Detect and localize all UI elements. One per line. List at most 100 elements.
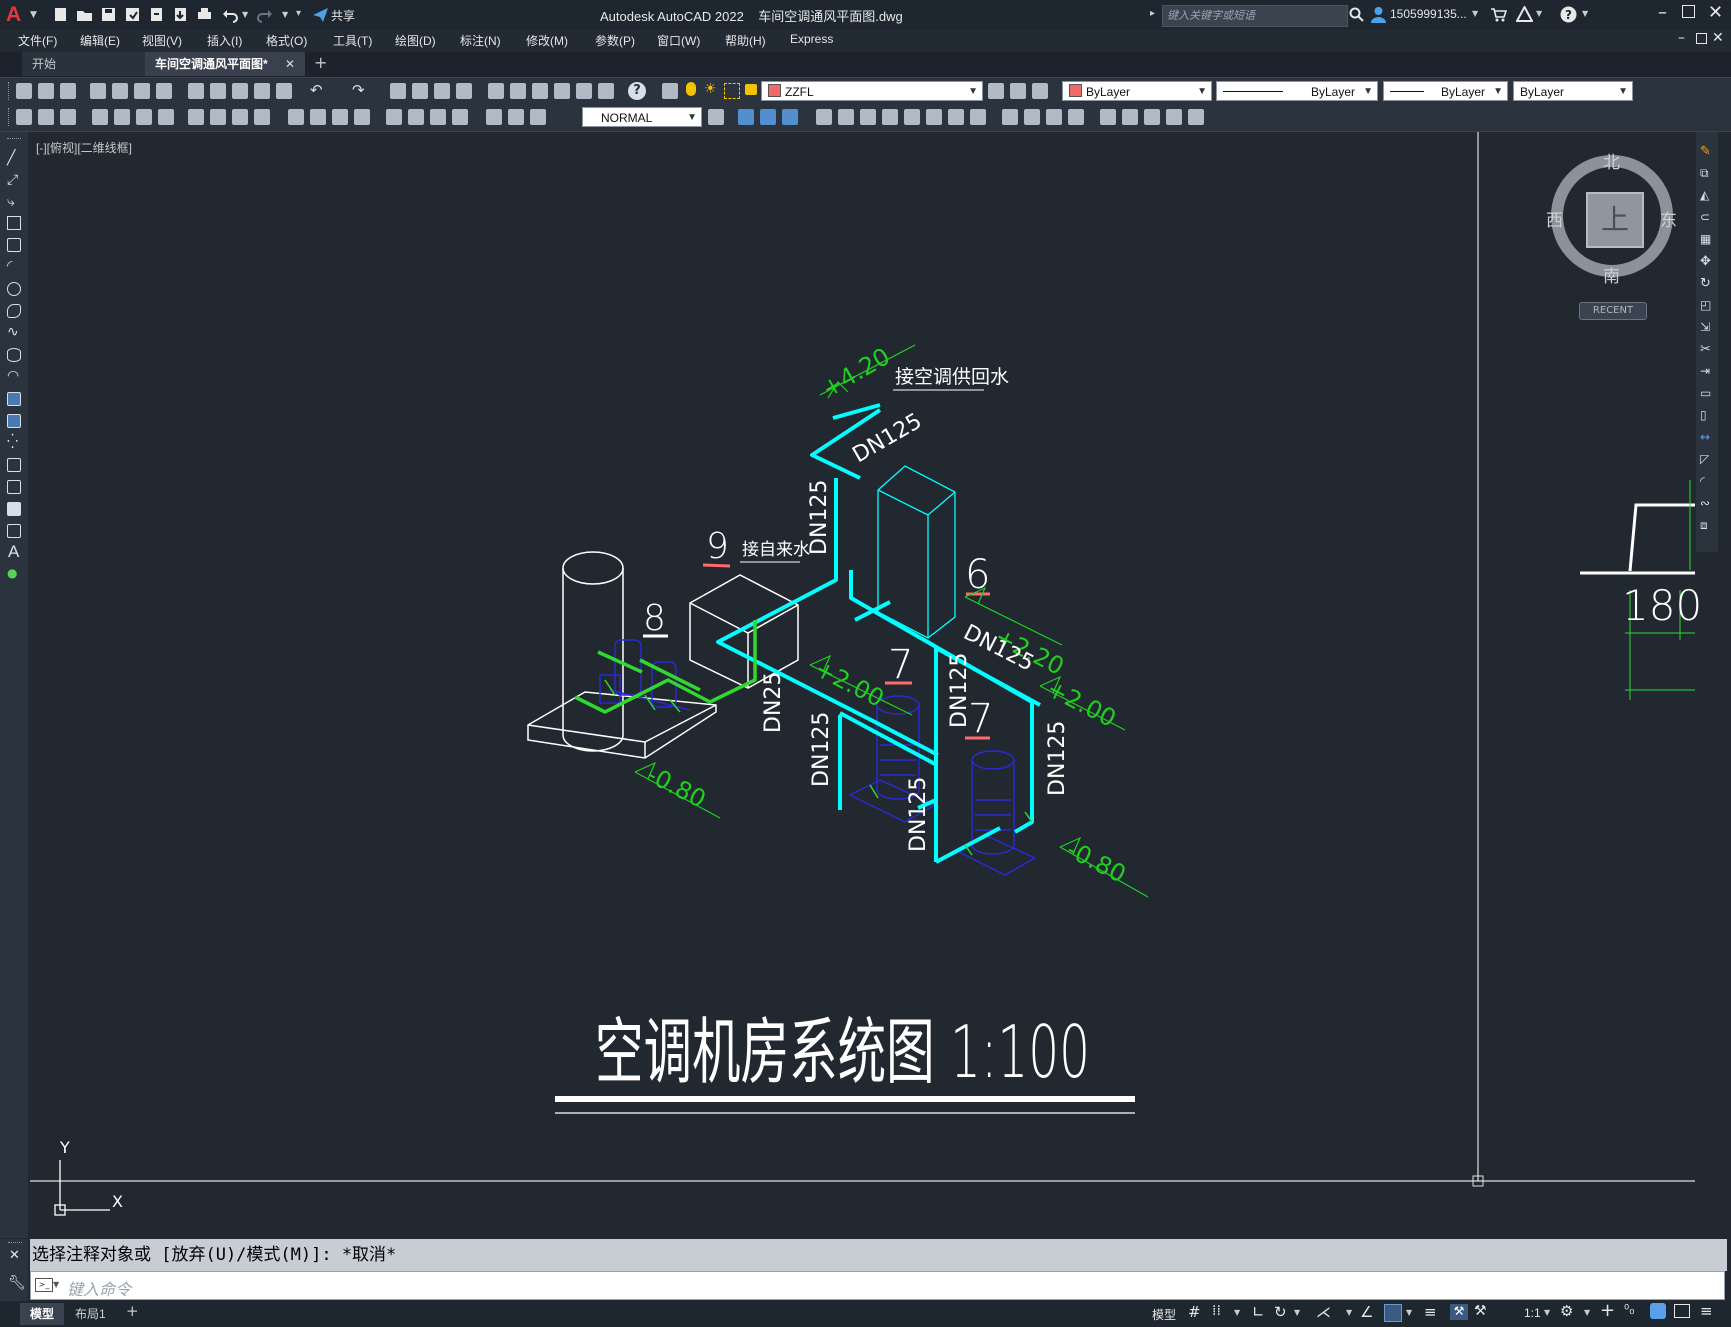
ucs-world-icon[interactable] bbox=[738, 109, 754, 125]
revcloud-icon[interactable] bbox=[7, 304, 21, 318]
copy-icon[interactable] bbox=[210, 83, 226, 99]
save-as-icon[interactable] bbox=[124, 6, 141, 23]
join-icon[interactable]: ↔ bbox=[1700, 430, 1710, 444]
isodraft-icon[interactable]: ⋌ bbox=[1316, 1303, 1331, 1321]
new-tab-icon[interactable]: + bbox=[314, 53, 327, 72]
search-input[interactable]: 键入关键字或短语 bbox=[1162, 5, 1348, 27]
view-manager-icon[interactable] bbox=[1100, 109, 1116, 125]
chamfer-icon[interactable]: ◸ bbox=[1700, 452, 1709, 466]
copy-object-icon[interactable]: ⧉ bbox=[1700, 166, 1709, 181]
dim-update-icon[interactable] bbox=[530, 109, 546, 125]
trim-icon[interactable]: ✂ bbox=[1700, 342, 1711, 357]
markup-icon[interactable] bbox=[576, 83, 592, 99]
dim-linear-icon[interactable] bbox=[92, 109, 108, 125]
qsave-icon[interactable] bbox=[60, 83, 76, 99]
menu-window[interactable]: 窗口(W) bbox=[657, 32, 700, 49]
doc-restore-icon[interactable] bbox=[1696, 33, 1707, 44]
color-dropdown[interactable]: ByLayer ▼ bbox=[1062, 81, 1212, 101]
dim-ordinate-icon[interactable] bbox=[158, 109, 174, 125]
field-icon[interactable] bbox=[38, 109, 54, 125]
dim-continue-icon[interactable] bbox=[332, 109, 348, 125]
dim-edit-icon[interactable] bbox=[486, 109, 502, 125]
viewport-controls[interactable]: [-][俯视][二维线框] bbox=[36, 139, 132, 156]
command-grip[interactable] bbox=[8, 1242, 22, 1243]
command-prompt-icon[interactable]: >_ bbox=[35, 1278, 53, 1292]
new-file-icon[interactable] bbox=[52, 6, 69, 23]
lineweight-toggle-icon[interactable]: ≡ bbox=[1424, 1303, 1437, 1321]
properties-icon[interactable] bbox=[488, 83, 504, 99]
ucs-x-icon[interactable] bbox=[926, 109, 942, 125]
hatch-icon[interactable] bbox=[7, 458, 21, 472]
jogged-linear-icon[interactable] bbox=[452, 109, 468, 125]
polar-icon[interactable]: ↻ bbox=[1274, 1303, 1287, 1321]
view-cube-toggle-icon[interactable] bbox=[1144, 109, 1160, 125]
zoom-realtime-icon[interactable] bbox=[412, 83, 428, 99]
viewcube-recent-button[interactable]: RECENT bbox=[1579, 302, 1647, 320]
viewcube-north[interactable]: 北 bbox=[1603, 148, 1620, 173]
close-window-icon[interactable]: ✕ bbox=[1708, 2, 1723, 23]
menu-parametric[interactable]: 参数(P) bbox=[595, 32, 635, 49]
preview-icon[interactable] bbox=[112, 83, 128, 99]
menu-view[interactable]: 视图(V) bbox=[142, 32, 182, 49]
explode-icon[interactable]: ⧈ bbox=[1700, 518, 1708, 533]
add-selected-icon[interactable]: ● bbox=[7, 566, 17, 580]
layer-on-icon[interactable] bbox=[686, 82, 696, 96]
table-icon[interactable] bbox=[7, 524, 21, 538]
named-views-icon[interactable] bbox=[1122, 109, 1138, 125]
array-icon[interactable]: ▦ bbox=[1700, 232, 1711, 246]
menu-insert[interactable]: 插入(I) bbox=[207, 32, 242, 49]
arc-icon[interactable]: ◜ bbox=[7, 258, 12, 274]
layer-states-icon[interactable] bbox=[1032, 83, 1048, 99]
dimstyle-dropdown[interactable]: NORMAL ▼ bbox=[582, 107, 702, 127]
minimize-window-icon[interactable]: – bbox=[1658, 2, 1667, 23]
dim-space-icon[interactable] bbox=[354, 109, 370, 125]
open-icon[interactable] bbox=[38, 83, 54, 99]
fillet-icon[interactable]: ◜ bbox=[1700, 474, 1705, 488]
user-icon[interactable] bbox=[1370, 6, 1387, 23]
move-icon[interactable]: ✥ bbox=[1700, 254, 1711, 269]
offset-icon[interactable]: ⊂ bbox=[1700, 210, 1710, 224]
command-customize-icon[interactable]: 🔧︎ bbox=[8, 1275, 26, 1291]
plotstyle-dropdown[interactable]: ByLayer ▼ bbox=[1513, 81, 1633, 101]
block-editor-icon[interactable] bbox=[276, 83, 292, 99]
save-icon[interactable] bbox=[100, 6, 117, 23]
region-icon[interactable] bbox=[7, 502, 21, 516]
customize-quick-access-icon[interactable]: ▾ bbox=[296, 8, 301, 19]
doc-close-icon[interactable]: ✕ bbox=[1712, 30, 1724, 46]
scale-icon[interactable]: ◰ bbox=[1700, 298, 1711, 312]
ellipse-arc-icon[interactable]: ◠ bbox=[7, 368, 19, 384]
cart-icon[interactable] bbox=[1490, 6, 1508, 23]
dim-style-manager-icon[interactable] bbox=[708, 109, 724, 125]
menu-file[interactable]: 文件(F) bbox=[18, 32, 57, 49]
ucs-zaxis-icon[interactable] bbox=[838, 109, 854, 125]
tb-undo-icon[interactable]: ↶ bbox=[310, 81, 323, 99]
object-snap-icon[interactable] bbox=[1384, 1304, 1402, 1322]
workspace-gear-icon[interactable]: ⚙ bbox=[1560, 1302, 1573, 1320]
polar-dropdown-icon[interactable]: ▼ bbox=[1294, 1308, 1300, 1317]
ucs-previous-icon[interactable] bbox=[760, 109, 776, 125]
tb-help-icon[interactable]: ? bbox=[628, 82, 646, 100]
mirror-icon[interactable]: ◭ bbox=[1700, 188, 1709, 202]
search-icon[interactable] bbox=[1348, 6, 1365, 23]
ucs-3point-icon[interactable] bbox=[860, 109, 876, 125]
ucs-apply-icon[interactable] bbox=[1002, 109, 1018, 125]
share-icon[interactable] bbox=[312, 6, 329, 23]
table-edit-icon[interactable] bbox=[16, 109, 32, 125]
layer-previous-icon[interactable] bbox=[1010, 83, 1026, 99]
dim-baseline-icon[interactable] bbox=[310, 109, 326, 125]
user-dropdown-icon[interactable]: ▼ bbox=[1472, 9, 1478, 18]
open-file-icon[interactable] bbox=[76, 6, 93, 23]
tolerance-icon[interactable] bbox=[386, 109, 402, 125]
maximize-window-icon[interactable] bbox=[1682, 5, 1695, 18]
clean-screen-icon[interactable] bbox=[1674, 1304, 1690, 1318]
spline-icon[interactable]: ∿ bbox=[7, 324, 19, 340]
save-web-icon[interactable] bbox=[172, 6, 189, 23]
make-block-icon[interactable] bbox=[7, 414, 21, 428]
model-space-button[interactable]: 模型 bbox=[1152, 1306, 1176, 1323]
redo-icon[interactable] bbox=[256, 6, 273, 23]
construction-line-icon[interactable]: ⤢ bbox=[7, 172, 18, 188]
linetype-dropdown[interactable]: ByLayer ▼ bbox=[1216, 81, 1378, 101]
menu-edit[interactable]: 编辑(E) bbox=[80, 32, 120, 49]
toolbar-grip[interactable] bbox=[8, 108, 12, 126]
named-ucs-icon[interactable] bbox=[1024, 109, 1040, 125]
